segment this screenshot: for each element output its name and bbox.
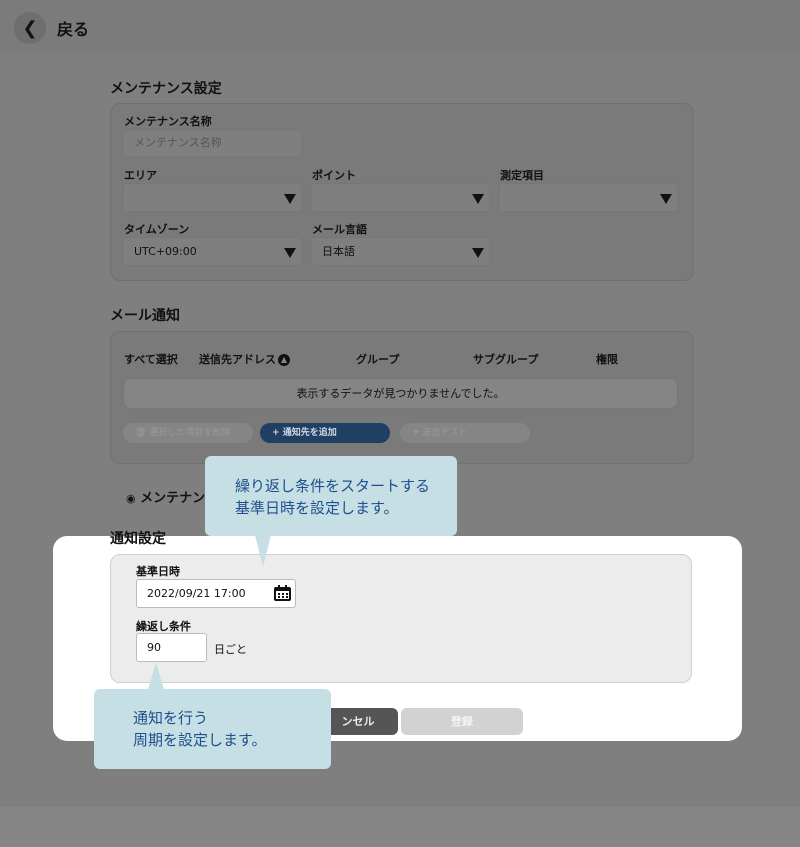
chevron-left-icon: ❮ — [22, 17, 38, 39]
notice-section-title: 通知設定 — [110, 531, 166, 547]
delete-selected-label: 選択した項目を削除 — [149, 428, 231, 438]
register-button[interactable]: 登録 — [401, 708, 523, 735]
timezone-value: UTC+09:00 — [134, 245, 197, 258]
base-date-label: 基準日時 — [136, 565, 180, 578]
radio-icon: ◉ — [126, 492, 136, 505]
chevron-down-icon — [284, 248, 296, 258]
mail-language-label: メール言語 — [312, 223, 367, 236]
area-label: エリア — [124, 169, 157, 182]
timezone-label: タイムゾーン — [124, 223, 190, 236]
repeat-callout-line2: 周期を設定します。 — [133, 731, 267, 749]
repeat-input[interactable]: 90 — [136, 633, 207, 662]
sort-up-icon[interactable]: ▲ — [278, 354, 290, 366]
empty-table-message: 表示するデータが見つかりませんでした。 — [123, 378, 678, 409]
area-select[interactable] — [123, 183, 302, 212]
send-icon: ✈ — [412, 428, 420, 438]
repeat-callout-tail — [148, 662, 164, 690]
chevron-down-icon — [284, 194, 296, 204]
page: ❮ 戻る メンテナンス設定 メンテナンス名称 メンテナンス名称 エリア ポイント… — [0, 0, 800, 847]
mail-language-select[interactable]: 日本語 — [311, 237, 490, 266]
address-header-label: 送信先アドレス — [199, 353, 276, 366]
send-test-label: 送信テスト — [422, 428, 468, 438]
mail-language-value: 日本語 — [322, 245, 355, 258]
base-date-callout-tail — [255, 535, 271, 567]
calendar-icon[interactable] — [274, 584, 291, 601]
maintenance-name-input[interactable]: メンテナンス名称 — [123, 129, 302, 157]
maintenance-radio-label: メンテナン — [140, 491, 206, 506]
repeat-unit: 日ごと — [214, 643, 247, 656]
measure-label: 測定項目 — [500, 169, 544, 182]
repeat-callout: 通知を行う 周期を設定します。 — [94, 689, 331, 769]
back-label[interactable]: 戻る — [57, 16, 89, 40]
mail-section-title: メール通知 — [110, 308, 180, 324]
send-test-button[interactable]: ✈ 送信テスト — [400, 423, 530, 443]
select-all-header[interactable]: すべて選択 — [124, 351, 178, 367]
footer-area — [0, 807, 800, 847]
maintenance-name-label: メンテナンス名称 — [124, 115, 212, 128]
add-recipient-button[interactable]: + 通知先を追加 — [260, 423, 390, 443]
group-header: グループ — [356, 353, 400, 366]
repeat-callout-line1: 通知を行う — [133, 709, 209, 727]
notice-panel — [110, 554, 692, 683]
base-date-callout: 繰り返し条件をスタートする 基準日時を設定します。 — [205, 456, 457, 536]
chevron-down-icon — [472, 194, 484, 204]
address-header[interactable]: 送信先アドレス ▲ — [199, 351, 290, 367]
top-bar: ❮ 戻る — [0, 0, 800, 53]
base-date-value: 2022/09/21 17:00 — [147, 587, 246, 600]
permission-header: 権限 — [596, 353, 618, 366]
base-date-callout-line2: 基準日時を設定します。 — [235, 499, 399, 517]
point-select[interactable] — [311, 183, 490, 212]
repeat-label: 繰返し条件 — [136, 620, 191, 633]
point-label: ポイント — [312, 169, 356, 182]
base-date-callout-line1: 繰り返し条件をスタートする — [235, 477, 431, 495]
maintenance-section-title: メンテナンス設定 — [110, 81, 222, 97]
timezone-select[interactable]: UTC+09:00 — [123, 237, 302, 266]
base-date-input[interactable]: 2022/09/21 17:00 — [136, 579, 296, 608]
measure-select[interactable] — [499, 183, 678, 212]
chevron-down-icon — [660, 194, 672, 204]
add-recipient-label: 通知先を追加 — [282, 428, 337, 438]
chevron-down-icon — [472, 248, 484, 258]
delete-selected-button[interactable]: 🗑 選択した項目を削除 — [123, 423, 253, 443]
maintenance-radio[interactable]: ◉ メンテナン — [126, 487, 205, 506]
subgroup-header: サブグループ — [473, 353, 539, 366]
plus-icon: + — [272, 428, 280, 438]
trash-icon: 🗑 — [135, 428, 147, 438]
back-button[interactable]: ❮ — [14, 12, 46, 44]
